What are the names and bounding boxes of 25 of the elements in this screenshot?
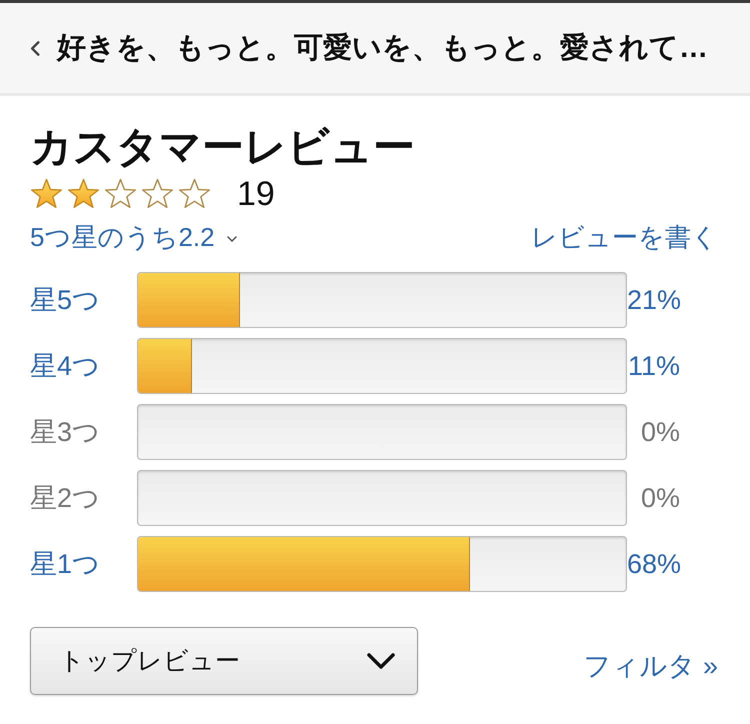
star-icon — [30, 178, 63, 210]
back-icon[interactable] — [30, 40, 40, 56]
star-rating-label[interactable]: 星1つ — [30, 548, 100, 580]
star-rating-label: 星3つ — [30, 416, 100, 448]
percentage-text[interactable]: 68% — [627, 548, 682, 580]
star-icon — [67, 178, 100, 210]
star-icon — [104, 178, 137, 210]
star-rating-label: 星2つ — [30, 482, 100, 514]
sort-dropdown[interactable]: トップレビュー — [30, 627, 418, 695]
star-rating-label[interactable]: 星4つ — [30, 350, 100, 382]
review-count: 19 — [237, 174, 275, 214]
chevron-down-icon — [367, 652, 395, 670]
percentage-text[interactable]: 21% — [627, 284, 682, 316]
section-heading: カスタマーレビュー — [30, 122, 416, 172]
header-title: 好きを、もっと。可愛いを、もっと。愛されて… — [57, 31, 708, 66]
star-icon — [141, 178, 174, 210]
filter-link[interactable]: フィルタ » — [583, 650, 718, 682]
write-review-link[interactable]: レビューを書く — [531, 221, 718, 253]
percentage-text: 0% — [640, 416, 680, 448]
percentage-text: 0% — [640, 482, 680, 514]
chevron-down-icon — [226, 236, 237, 242]
star-icon — [178, 178, 211, 210]
star-rating-label[interactable]: 星5つ — [30, 284, 100, 316]
percentage-text[interactable]: 11% — [628, 350, 680, 382]
average-rating-link[interactable]: 5つ星のうち2.2 — [30, 221, 237, 253]
